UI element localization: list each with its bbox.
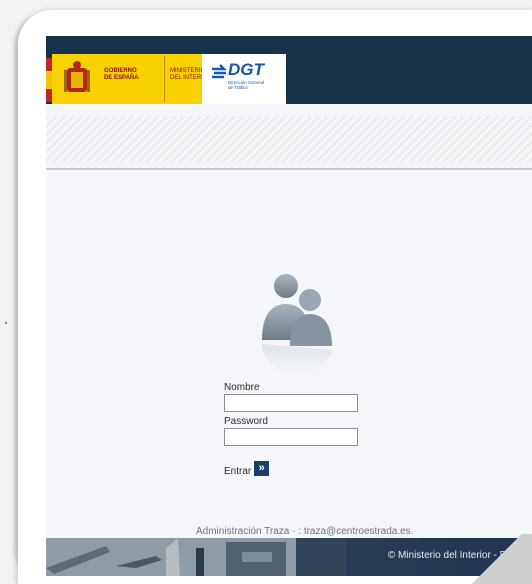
admin-contact: Administración Traza · : traza@centroest… xyxy=(196,526,414,537)
stray-dot xyxy=(5,322,7,324)
footer-photo-collage xyxy=(46,538,346,576)
login-page: GOBIERNO DE ESPAÑA MINISTERIO DEL INTERI… xyxy=(46,36,532,576)
dgt-logo[interactable]: DGT Dirección General de Tráfico xyxy=(202,54,286,104)
submit-label[interactable]: Entrar xyxy=(224,466,251,477)
gobierno-ministerio-logo[interactable]: GOBIERNO DE ESPAÑA MINISTERIO DEL INTERI… xyxy=(52,54,212,104)
dgt-wordmark: DGT xyxy=(228,60,264,79)
submit-arrow-button[interactable]: » xyxy=(254,461,270,476)
logo-divider xyxy=(164,56,165,102)
login-submit[interactable]: Entrar » xyxy=(224,460,270,477)
dgt-subtitle: Dirección General de Tráfico xyxy=(228,80,265,90)
page-curl xyxy=(462,534,532,584)
password-input[interactable] xyxy=(224,428,358,446)
username-input[interactable] xyxy=(224,394,358,412)
coat-of-arms-icon xyxy=(64,61,90,92)
screenshot-card: GOBIERNO DE ESPAÑA MINISTERIO DEL INTERI… xyxy=(18,10,532,584)
footer-banner: © Ministerio del Interior - D.G.T. xyxy=(46,538,532,576)
password-label: Password xyxy=(224,416,268,427)
header-divider xyxy=(46,168,532,170)
username-label: Nombre xyxy=(224,382,260,393)
decorative-band xyxy=(46,116,532,162)
users-icon xyxy=(262,274,332,374)
site-header: GOBIERNO DE ESPAÑA MINISTERIO DEL INTERI… xyxy=(46,36,532,104)
gobierno-text: GOBIERNO DE ESPAÑA xyxy=(104,68,139,81)
dgt-arrow-icon xyxy=(212,64,227,79)
